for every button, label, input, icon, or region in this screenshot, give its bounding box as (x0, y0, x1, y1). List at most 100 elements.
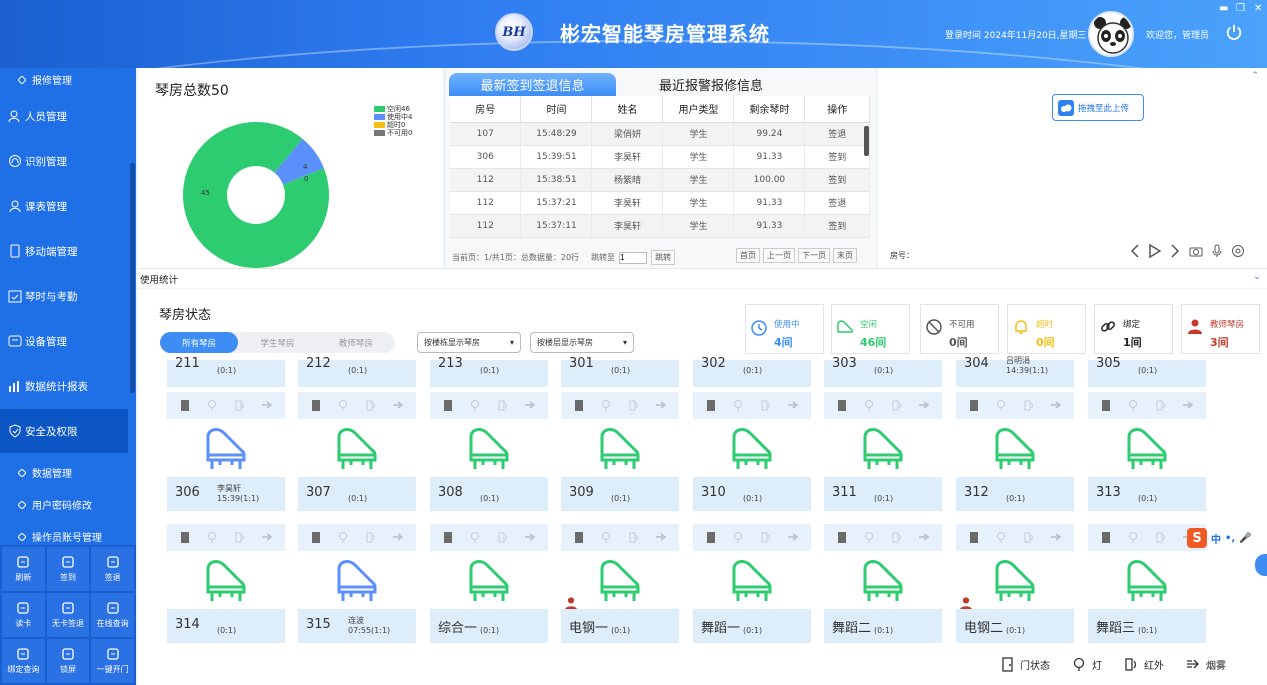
room-card[interactable]: 213 (0:1) (430, 356, 548, 387)
room-card[interactable]: 308 (0:1) (430, 392, 548, 511)
side-expand-button[interactable] (1255, 554, 1267, 576)
room-card[interactable]: 305 (0:1) (1088, 356, 1206, 387)
usage-stats-bar[interactable]: 使用统计 ⌄ (138, 268, 1267, 288)
collapse-up-icon[interactable]: ⌃ (1251, 71, 1259, 81)
first-page-button[interactable]: 首页 (736, 248, 760, 263)
jump-page-input[interactable] (619, 251, 648, 264)
table-row[interactable]: 112 15:38:51 杨紫晴 学生 100.00 签到 (450, 168, 870, 192)
filter-teacher-rooms[interactable]: 教师琴房 (317, 332, 395, 353)
sidebar-sub-item-0[interactable]: 数据管理 (18, 465, 72, 480)
room-card[interactable]: 315 连波 07:55(1:1) (298, 524, 416, 643)
lock-button[interactable]: 锁屏 (46, 639, 90, 683)
ime-mic-icon[interactable]: 🎤 (1239, 533, 1251, 544)
close-icon[interactable]: ✕ (1254, 3, 1262, 14)
room-card[interactable]: 307 (0:1) (298, 392, 416, 511)
filter-student-rooms[interactable]: 学生琴房 (238, 332, 316, 353)
restore-icon[interactable]: ❐ (1236, 3, 1245, 14)
sidebar-item-label: 人员管理 (25, 110, 67, 123)
smoke-icon (656, 533, 667, 541)
room-card[interactable]: 301 (0:1) (561, 356, 679, 387)
stat-card-link[interactable]: 绑定 1间 (1094, 304, 1173, 354)
table-row[interactable]: 306 15:39:51 李昊轩 学生 91.33 签到 (450, 145, 870, 169)
ime-toolbar[interactable]: S 中 •, 🎤 (1187, 528, 1252, 548)
room-card[interactable]: 310 (0:1) (693, 392, 811, 511)
camera-icon[interactable] (1189, 245, 1203, 257)
online-query-button[interactable]: 在线查询 (91, 593, 134, 637)
room-card[interactable]: 舞蹈二 (0:1) (824, 524, 942, 643)
floor-select[interactable]: 按楼层显示琴房 ▾ (530, 332, 634, 353)
sidebar-item-0[interactable]: 人员管理 (0, 94, 128, 138)
sidebar-sub-item-2[interactable]: 操作员账号管理 (18, 529, 102, 544)
microphone-icon[interactable] (1212, 244, 1222, 258)
play-icon[interactable] (1149, 244, 1161, 258)
room-card[interactable]: 211 (0:1) (167, 356, 285, 387)
sidebar-item-6[interactable]: 数据统计报表 (0, 364, 128, 408)
table-row[interactable]: 112 15:37:21 李昊轩 学生 91.33 签退 (450, 191, 870, 215)
stat-card-teacher[interactable]: 教师琴房 3间 (1181, 304, 1260, 354)
room-card[interactable]: 电钢二 (0:1) (956, 524, 1074, 643)
sidebar-item-4[interactable]: 琴时与考勤 (0, 274, 128, 318)
sidebar-sub-repair[interactable]: 报修管理 (18, 72, 72, 87)
ime-mode[interactable]: 中 (1211, 531, 1221, 546)
room-card[interactable]: 311 (0:1) (824, 392, 942, 511)
stat-card-bell[interactable]: 超时 0间 (1007, 304, 1086, 354)
door-button[interactable]: 一键开门 (91, 639, 134, 683)
room-card[interactable]: 302 (0:1) (693, 356, 811, 387)
room-occupancy: 07:55(1:1) (348, 626, 391, 635)
power-icon[interactable] (1225, 23, 1243, 41)
stat-card-clock[interactable]: 使用中 4间 (745, 304, 824, 354)
sidebar-item-3[interactable]: 移动端管理 (0, 229, 128, 273)
chevron-left-icon[interactable] (1130, 244, 1140, 258)
refresh-button[interactable]: 刷新 (2, 547, 45, 591)
sidebar-item-1[interactable]: 识别管理 (0, 139, 128, 183)
room-card[interactable]: 电钢一 (0:1) (561, 524, 679, 643)
room-card[interactable]: 212 (0:1) (298, 356, 416, 387)
sidebar-scrollbar[interactable] (130, 163, 135, 393)
settings-icon[interactable] (1231, 244, 1245, 258)
table-cell: 112 (450, 191, 522, 215)
room-card[interactable]: 306 李昊轩 15:39(1:1) (167, 392, 285, 511)
filter-all-rooms[interactable]: 所有琴房 (160, 332, 239, 353)
prev-page-button[interactable]: 上一页 (763, 248, 795, 263)
sidebar-item-7[interactable]: 安全及权限 (0, 409, 128, 453)
stat-card-piano[interactable]: 空闲 46间 (831, 304, 910, 354)
sidebar-item-2[interactable]: 课表管理 (0, 184, 128, 228)
room-card[interactable]: 314 (0:1) (167, 524, 285, 643)
table-scrollbar[interactable] (864, 126, 869, 156)
upload-dropzone[interactable]: 拖拽至此上传 (1052, 94, 1144, 121)
next-page-button[interactable]: 下一页 (798, 248, 830, 263)
infrared-icon (366, 400, 375, 411)
room-card[interactable]: 舞蹈一 (0:1) (693, 524, 811, 643)
room-card[interactable]: 综合一 (0:1) (430, 524, 548, 643)
pager-buttons: 首页 上一页 下一页 末页 (736, 248, 857, 263)
building-select[interactable]: 按楼栋显示琴房 ▾ (417, 332, 521, 353)
minimize-icon[interactable]: ▬ (1219, 3, 1228, 14)
ime-punct-icon[interactable]: •, (1225, 533, 1235, 544)
sidebar-sub-item-1[interactable]: 用户密码修改 (18, 497, 92, 512)
room-card[interactable]: 313 (0:1) (1088, 392, 1206, 511)
table-row[interactable]: 107 15:48:29 梁俏妍 学生 99.24 签退 (450, 122, 870, 146)
sidebar-item-5[interactable]: 设备管理 (0, 319, 128, 363)
sign-out-button[interactable]: 签退 (91, 547, 134, 591)
room-filter-tabs: 所有琴房 学生琴房 教师琴房 (160, 332, 395, 353)
bind-query-button[interactable]: 绑定查询 (2, 639, 45, 683)
table-row[interactable]: 112 15:37:11 李昊轩 学生 91.33 签到 (450, 214, 870, 238)
stat-value: 0间 (949, 336, 968, 349)
card-reader-button[interactable]: 读卡 (2, 593, 45, 637)
tab-alarm-records[interactable]: 最近报警报修信息 (621, 73, 801, 96)
avatar[interactable] (1088, 11, 1134, 57)
stat-card-ban[interactable]: 不可用 0间 (920, 304, 999, 354)
room-card[interactable]: 304 吕明涓 14:39(1:1) (956, 356, 1074, 387)
tab-sign-records[interactable]: 最新签到签退信息 (449, 73, 616, 96)
chevron-right-icon[interactable] (1170, 244, 1180, 258)
room-name: 311 (832, 485, 857, 500)
room-card[interactable]: 309 (0:1) (561, 392, 679, 511)
infrared-icon (629, 532, 638, 543)
collapse-down-icon[interactable]: ⌄ (1253, 271, 1261, 282)
sign-in-button[interactable]: 签到 (46, 547, 90, 591)
last-page-button[interactable]: 末页 (833, 248, 857, 263)
no-card-button[interactable]: 无卡签退 (46, 593, 90, 637)
room-card[interactable]: 312 (0:1) (956, 392, 1074, 511)
jump-button[interactable]: 跳转 (651, 250, 676, 265)
room-card[interactable]: 303 (0:1) (824, 356, 942, 387)
